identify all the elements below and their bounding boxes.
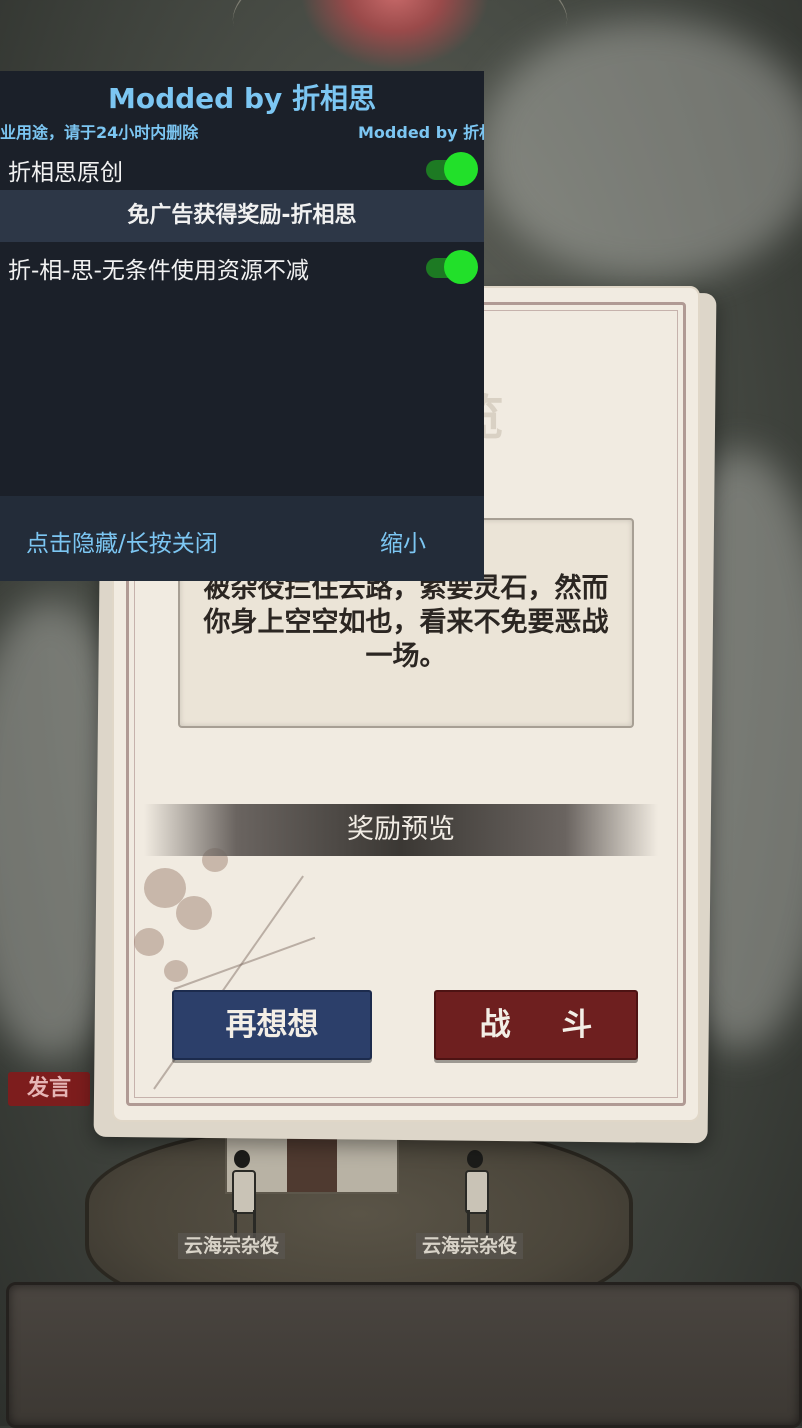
bottom-dialog-panel [6,1282,802,1428]
blossom-decoration [176,896,212,930]
fight-button[interactable]: 战 斗 [434,990,638,1060]
npc-left-nameplate: 云海宗杂役 [178,1233,286,1259]
mod-option-row[interactable]: 折-相-思-无条件使用资源不减 [0,243,484,289]
mod-menu-panel[interactable]: Modded by 折相思 业用途，请于24小时内删除 Modded by 折相… [0,71,484,581]
phoenix-illustration [221,0,579,70]
npc-right-nameplate: 云海宗杂役 [416,1233,524,1259]
reward-preview-banner: 奖励预览 [144,804,658,856]
cloud-mist [480,20,802,280]
mod-menu-footer: 点击隐藏/长按关闭 缩小 [0,496,484,581]
mission-description: 被杂役拦住去路，索要灵石，然而你身上空空如也，看来不免要恶战一场。 [203,573,609,672]
mod-option-label: 折-相-思-无条件使用资源不减 [8,258,309,284]
toggle-knob [444,152,478,186]
reward-preview-label: 奖励预览 [347,814,455,845]
mod-option-row[interactable]: 折相思原创 [0,145,484,191]
mod-category-header: 免广告获得奖励-折相思 [0,190,484,242]
blossom-decoration [164,960,188,982]
mod-option-toggle[interactable] [422,249,478,284]
reconsider-button[interactable]: 再想想 [172,990,372,1060]
hide-close-button[interactable]: 点击隐藏/长按关闭 [26,524,218,558]
minimize-button[interactable]: 缩小 [380,524,426,558]
npc-left-figure[interactable] [222,1150,262,1240]
toggle-knob [444,250,478,284]
mod-notice-right: Modded by 折相思 [358,123,484,142]
mod-notice-left: 业用途，请于24小时内删除 [0,123,199,142]
mod-menu-title: Modded by 折相思 [107,82,376,115]
mod-option-label: 折相思原创 [8,160,123,186]
mod-option-toggle[interactable] [422,151,478,186]
blossom-decoration [134,928,164,956]
npc-right-figure[interactable] [455,1150,495,1240]
speak-button[interactable]: 发言 [8,1072,90,1106]
